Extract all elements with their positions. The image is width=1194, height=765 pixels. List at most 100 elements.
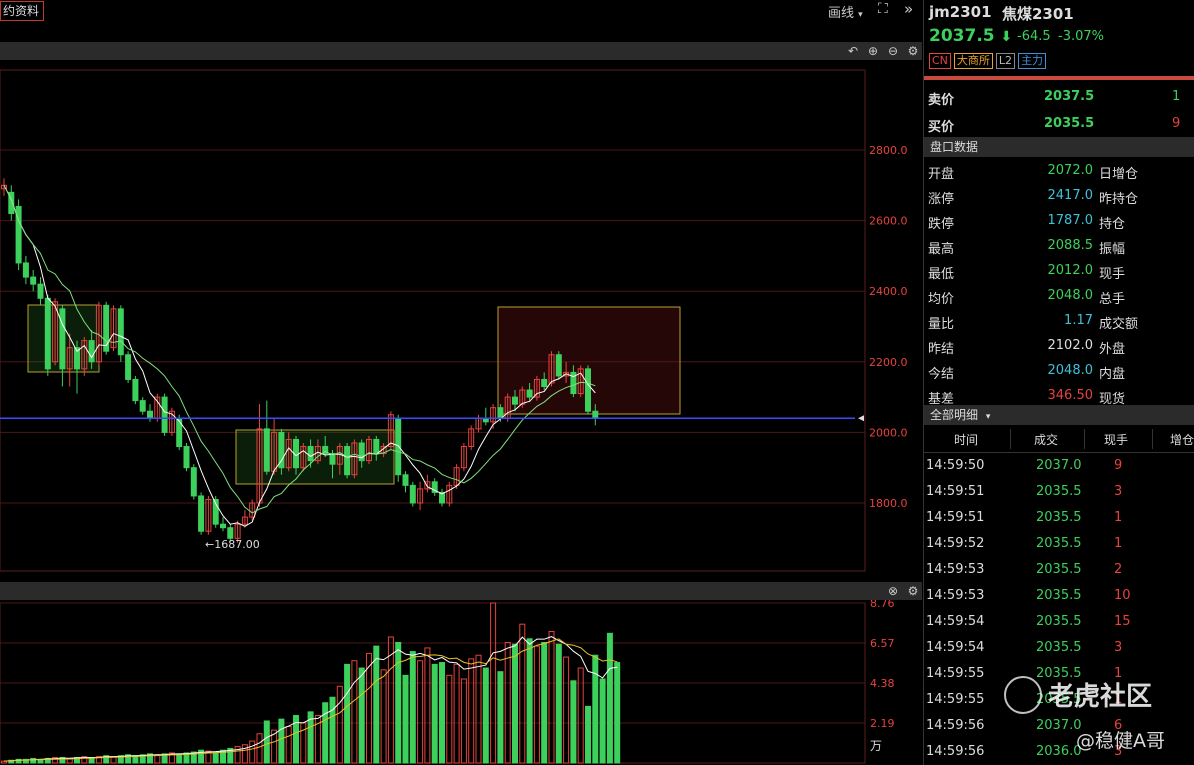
candlestick-chart[interactable]: ←1687.00 2800.0 2600.0 2400.0 2200.0 2000.0 1…	[0, 60, 922, 580]
volume-bar	[577, 667, 584, 764]
ask-row: 卖价 2037.5 1	[924, 85, 1194, 110]
candle	[592, 410, 599, 419]
volume-chart-header: ⊗ ⚙	[0, 582, 922, 600]
trade-qty: 2	[1114, 562, 1123, 577]
stat-label: 今结	[928, 367, 955, 382]
trade-detail-header[interactable]: 全部明细 ▾	[924, 405, 1194, 425]
volume-bar	[278, 718, 285, 764]
volume-bar	[504, 641, 511, 764]
order-book-row: 最高 2088.5 振幅	[924, 233, 1194, 258]
trade-row[interactable]: 14:59:51 2035.5 1	[924, 505, 1194, 531]
stat-label-2: 现手	[1099, 267, 1126, 282]
candle	[526, 389, 533, 398]
chevron-down-icon: ▾	[858, 10, 863, 20]
volume-bar	[475, 654, 482, 764]
stat-value: 1.17	[1064, 313, 1093, 328]
zoom-in-icon[interactable]: ⊕	[866, 44, 880, 58]
volume-bar	[256, 733, 263, 764]
trade-row[interactable]: 14:59:52 2035.5 1	[924, 531, 1194, 557]
volume-bar	[519, 623, 526, 764]
order-book-row: 今结 2048.0 内盘	[924, 358, 1194, 383]
order-book-row: 开盘 2072.0 日增仓	[924, 158, 1194, 183]
tiger-logo-icon	[1004, 676, 1042, 714]
chart-frame	[0, 69, 866, 572]
trade-qty: 3	[1114, 640, 1123, 655]
stat-value: 346.50	[1047, 388, 1094, 403]
volume-bar	[533, 645, 540, 764]
trade-time: 14:59:55	[926, 666, 985, 681]
trade-detail-title: 全部明细	[930, 408, 979, 422]
watermark-brand: 老虎社区	[1048, 682, 1153, 712]
volume-bar	[497, 671, 504, 764]
collapse-panel-icon[interactable]: »	[904, 0, 913, 18]
price-axis-label: 2400.0	[869, 285, 908, 298]
candle	[263, 428, 270, 472]
tag-exchange: 大商所	[953, 53, 993, 69]
trade-time: 14:59:54	[926, 640, 985, 655]
volume-bar	[468, 658, 475, 764]
volume-bar	[482, 667, 489, 764]
order-book-row: 昨结 2102.0 外盘	[924, 333, 1194, 358]
settings-gear-icon[interactable]: ⚙	[906, 584, 920, 598]
undo-icon[interactable]: ↶	[846, 44, 860, 58]
candle	[161, 396, 168, 433]
stat-label-2: 内盘	[1099, 367, 1126, 382]
trade-row[interactable]: 14:59:54 2035.5 15	[924, 609, 1194, 635]
volume-bar	[614, 662, 621, 764]
trade-row[interactable]: 14:59:53 2035.5 10	[924, 583, 1194, 609]
candle	[125, 354, 132, 380]
volume-chart[interactable]: 8.76 6.57 4.38 2.19 万	[0, 600, 922, 765]
order-book-row: 涨停 2417.0 昨持仓	[924, 183, 1194, 208]
stat-label-2: 总手	[1099, 292, 1126, 307]
close-icon[interactable]: ⊗	[886, 584, 900, 598]
volume-bar	[439, 662, 445, 764]
candle	[497, 407, 504, 419]
trade-qty: 10	[1114, 588, 1131, 603]
volume-bar	[395, 641, 402, 764]
volume-bar	[541, 641, 548, 764]
trade-price: 2036.0	[1036, 744, 1082, 759]
bid-label: 买价	[928, 120, 955, 135]
candle	[198, 495, 205, 532]
order-book-title: 盘口数据	[930, 140, 979, 154]
price-axis-label: 2000.0	[869, 426, 908, 439]
volume-bar	[563, 656, 570, 764]
trade-price: 2035.5	[1036, 562, 1082, 577]
trade-row[interactable]: 14:59:50 2037.0 9	[924, 453, 1194, 479]
chevron-down-icon: ▾	[985, 412, 991, 422]
trade-row[interactable]: 14:59:53 2035.5 2	[924, 557, 1194, 583]
trade-row[interactable]: 14:59:54 2035.5 3	[924, 635, 1194, 661]
volume-bar	[409, 651, 416, 764]
trade-time: 14:59:56	[926, 718, 985, 733]
col-price: 成交	[1034, 433, 1059, 447]
fullscreen-icon[interactable]: ⛶	[878, 1, 888, 17]
trade-row[interactable]: 14:59:51 2035.5 3	[924, 479, 1194, 505]
top-toolbar: 约资料 画线 ▾ ⛶ »	[0, 0, 922, 22]
tag-cn: CN	[929, 53, 951, 69]
volume-bar	[417, 660, 424, 764]
trade-time: 14:59:55	[926, 692, 985, 707]
stat-label: 昨结	[928, 342, 955, 357]
stat-value: 1787.0	[1047, 213, 1094, 228]
contract-info-tab[interactable]: 约资料	[0, 1, 45, 21]
candle	[139, 400, 146, 412]
stat-label: 跌停	[928, 217, 955, 232]
bid-qty: 9	[1172, 116, 1181, 131]
stat-value: 2102.0	[1047, 338, 1094, 353]
settings-gear-icon[interactable]: ⚙	[906, 44, 920, 58]
col-time: 时间	[954, 433, 979, 447]
trade-time: 14:59:52	[926, 536, 985, 551]
trade-qty: 15	[1114, 614, 1131, 629]
trade-price: 2037.0	[1036, 458, 1082, 473]
draw-line-label: 画线	[828, 6, 855, 21]
tag-main-contract: 主力	[1018, 53, 1047, 69]
trade-qty: 1	[1114, 536, 1123, 551]
zoom-out-icon[interactable]: ⊖	[886, 44, 900, 58]
stat-value: 2048.0	[1047, 288, 1094, 303]
stat-label: 量比	[928, 317, 955, 332]
trade-price: 2035.5	[1036, 588, 1082, 603]
candle	[307, 446, 314, 462]
trade-time: 14:59:53	[926, 562, 985, 577]
stat-label: 开盘	[928, 167, 955, 182]
draw-line-button[interactable]: 画线 ▾	[828, 2, 863, 21]
